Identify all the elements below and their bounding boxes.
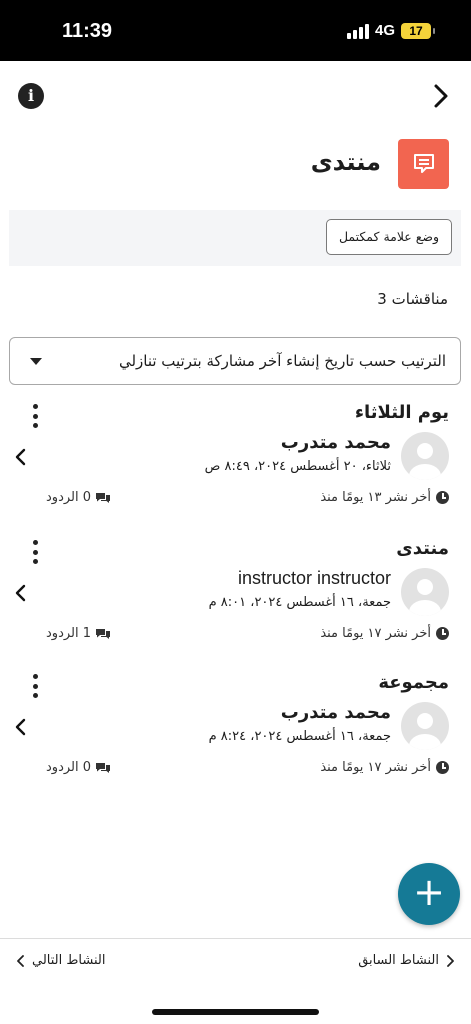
- network-type: 4G: [374, 22, 395, 39]
- status-indicators: 4G 17: [346, 22, 435, 39]
- comments-icon: [96, 492, 111, 503]
- last-post-text: أخر نشر ١٧ يومًا منذ: [320, 626, 431, 641]
- battery-icon: 17: [401, 22, 435, 39]
- clock-icon: [436, 761, 449, 774]
- chevron-left-icon[interactable]: [14, 583, 28, 603]
- caret-down-icon: [30, 358, 42, 365]
- discussion-item[interactable]: مجموعة محمد متدرب جمعة، ١٦ أغسطس ٢٠٢٤، ٨…: [0, 672, 471, 792]
- kebab-menu-icon[interactable]: [29, 404, 41, 428]
- comments-icon: [96, 762, 111, 773]
- add-discussion-button[interactable]: +: [398, 863, 460, 925]
- signal-icon: [346, 23, 369, 39]
- last-post-text: أخر نشر ١٧ يومًا منذ: [320, 760, 431, 775]
- last-post-info: أخر نشر ١٣ يومًا منذ: [320, 490, 449, 505]
- discussion-item[interactable]: منتدى instructor instructor جمعة، ١٦ أغس…: [0, 538, 471, 658]
- previous-activity-button[interactable]: النشاط السابق: [358, 953, 455, 968]
- avatar: [401, 702, 449, 750]
- discussion-author: محمد متدرب: [280, 702, 391, 723]
- chevron-right-icon[interactable]: [428, 82, 454, 110]
- info-icon[interactable]: i: [18, 83, 44, 109]
- discussion-count: مناقشات 3: [377, 290, 448, 308]
- replies-info: 1 الردود: [46, 626, 111, 641]
- replies-info: 0 الردود: [46, 760, 111, 775]
- avatar: [401, 568, 449, 616]
- last-post-info: أخر نشر ١٧ يومًا منذ: [320, 626, 449, 641]
- kebab-menu-icon[interactable]: [29, 674, 41, 698]
- chevron-right-icon: [447, 954, 454, 967]
- kebab-menu-icon[interactable]: [29, 540, 41, 564]
- clock-icon: [436, 627, 449, 640]
- replies-text: 0 الردود: [46, 760, 92, 775]
- replies-text: 1 الردود: [46, 626, 92, 641]
- next-activity-label: النشاط التالي: [32, 953, 106, 968]
- discussion-author: instructor instructor: [237, 568, 391, 588]
- status-bar: 11:39 4G 17: [0, 0, 471, 61]
- discussion-date: جمعة، ١٦ أغسطس ٢٠٢٤، ٨:٠١ م: [208, 595, 391, 610]
- replies-text: 0 الردود: [46, 490, 92, 505]
- discussion-item[interactable]: يوم الثلاثاء محمد متدرب ثلاثاء، ٢٠ أغسطس…: [0, 402, 471, 522]
- chevron-left-icon[interactable]: [14, 447, 28, 467]
- status-time: 11:39: [62, 20, 113, 42]
- forum-icon: [398, 139, 449, 189]
- last-post-text: أخر نشر ١٣ يومًا منذ: [320, 490, 431, 505]
- sort-selected-value: الترتيب حسب تاريخ إنشاء آخر مشاركة بترتي…: [118, 352, 446, 370]
- discussion-author: محمد متدرب: [280, 432, 391, 453]
- home-indicator[interactable]: [152, 1009, 319, 1015]
- replies-info: 0 الردود: [46, 490, 111, 505]
- page-title: منتدى: [310, 148, 381, 176]
- activity-navigation: النشاط السابق النشاط التالي: [0, 938, 471, 988]
- chevron-left-icon[interactable]: [14, 717, 28, 737]
- sort-select[interactable]: الترتيب حسب تاريخ إنشاء آخر مشاركة بترتي…: [9, 337, 461, 385]
- last-post-info: أخر نشر ١٧ يومًا منذ: [320, 760, 449, 775]
- discussion-date: ثلاثاء، ٢٠ أغسطس ٢٠٢٤، ٨:٤٩ ص: [204, 459, 391, 474]
- previous-activity-label: النشاط السابق: [358, 953, 439, 968]
- plus-icon: +: [413, 870, 445, 914]
- discussion-subject: منتدى: [396, 538, 449, 559]
- discussion-subject: يوم الثلاثاء: [354, 402, 449, 423]
- discussion-subject: مجموعة: [378, 672, 449, 693]
- avatar: [401, 432, 449, 480]
- clock-icon: [436, 491, 449, 504]
- next-activity-button[interactable]: النشاط التالي: [16, 953, 105, 968]
- mark-as-done-button[interactable]: وضع علامة كمكتمل: [326, 219, 452, 255]
- comments-icon: [96, 628, 111, 639]
- discussion-date: جمعة، ١٦ أغسطس ٢٠٢٤، ٨:٢٤ م: [208, 729, 391, 744]
- chevron-left-icon: [17, 954, 24, 967]
- completion-panel: وضع علامة كمكتمل: [9, 210, 461, 266]
